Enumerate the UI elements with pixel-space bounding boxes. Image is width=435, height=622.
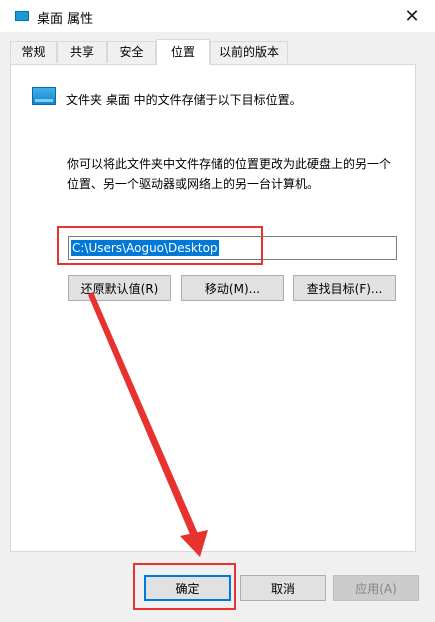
folder-icon bbox=[15, 11, 29, 21]
move-button[interactable]: 移动(M)... bbox=[181, 275, 284, 301]
window-title: 桌面 属性 bbox=[37, 12, 94, 27]
ok-button[interactable]: 确定 bbox=[144, 575, 231, 601]
path-input-selected-text: C:\Users\Aoguo\Desktop bbox=[71, 240, 219, 256]
tab-general[interactable]: 常规 bbox=[10, 41, 57, 63]
desktop-folder-icon bbox=[32, 87, 56, 105]
location-description: 你可以将此文件夹中文件存储的位置更改为此硬盘上的另一个 位置、另一个驱动器或网络… bbox=[67, 154, 407, 194]
find-target-button[interactable]: 查找目标(F)... bbox=[293, 275, 396, 301]
apply-button[interactable]: 应用(A) bbox=[333, 575, 419, 601]
title-bar[interactable]: 桌面 属性 ✕ bbox=[0, 0, 435, 32]
tab-previous-versions[interactable]: 以前的版本 bbox=[210, 41, 288, 63]
description-line-1: 你可以将此文件夹中文件存储的位置更改为此硬盘上的另一个 bbox=[67, 157, 392, 171]
tab-sharing[interactable]: 共享 bbox=[57, 41, 107, 63]
properties-window: 桌面 属性 ✕ 常规 共享 安全 位置 以前的版本 文件夹 桌面 中的文件存储于… bbox=[0, 0, 435, 622]
location-tab-panel: 文件夹 桌面 中的文件存储于以下目标位置。 你可以将此文件夹中文件存储的位置更改… bbox=[10, 64, 416, 552]
close-button[interactable]: ✕ bbox=[389, 0, 435, 32]
restore-default-button[interactable]: 还原默认值(R) bbox=[68, 275, 171, 301]
cancel-button[interactable]: 取消 bbox=[240, 575, 326, 601]
close-icon: ✕ bbox=[404, 5, 420, 27]
tab-location[interactable]: 位置 bbox=[156, 39, 210, 65]
description-line-2: 位置、另一个驱动器或网络上的另一台计算机。 bbox=[67, 177, 320, 191]
tab-security[interactable]: 安全 bbox=[107, 41, 156, 63]
location-heading: 文件夹 桌面 中的文件存储于以下目标位置。 bbox=[66, 93, 302, 107]
